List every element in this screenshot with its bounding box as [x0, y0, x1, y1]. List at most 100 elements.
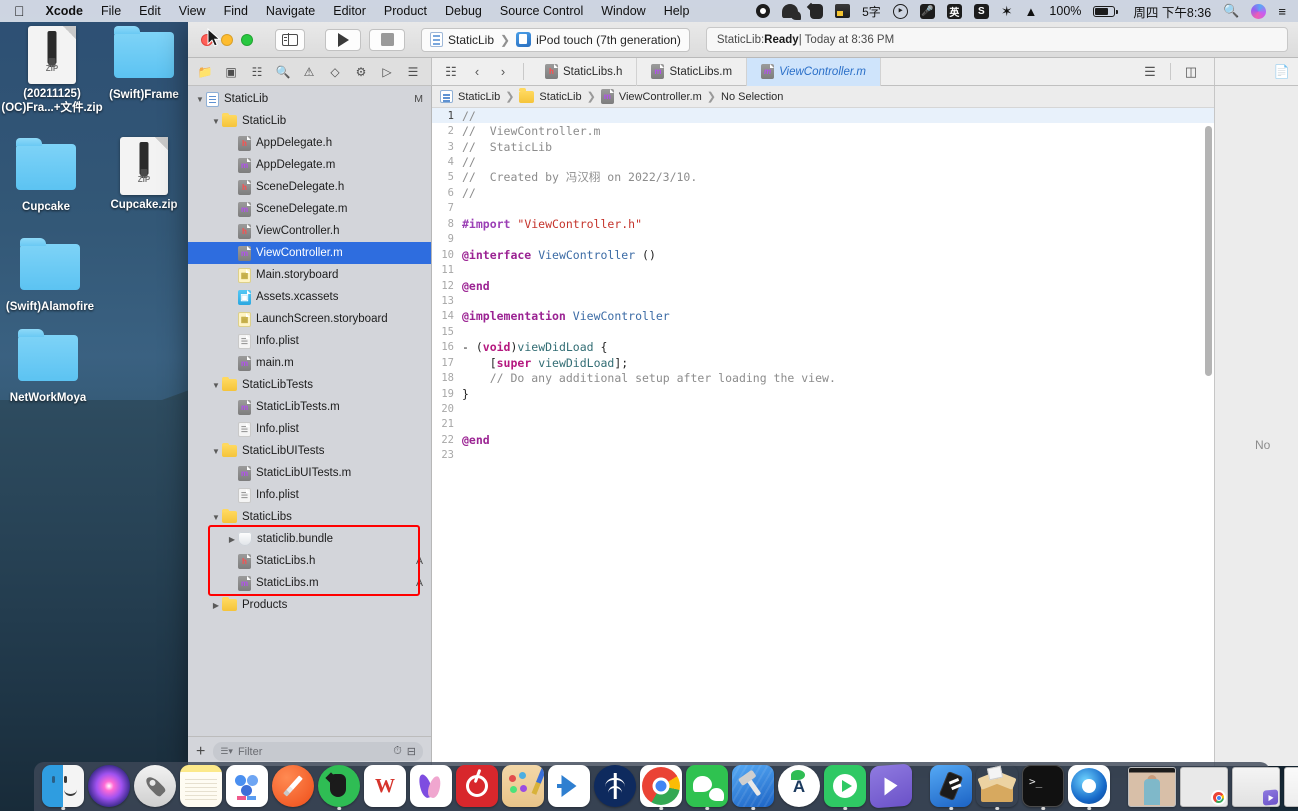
navigator-row[interactable]: ▣ Assets.xcassets — [188, 286, 431, 308]
minimized-window-keynote[interactable] — [1232, 767, 1280, 807]
menu-item-editor[interactable]: Editor — [324, 4, 375, 18]
navigator-row[interactable]: ▼ StaticLib M — [188, 88, 431, 110]
navigator-row[interactable]: h StaticLibs.h A — [188, 550, 431, 572]
code-line[interactable]: 11 — [432, 262, 1214, 277]
disclosure-triangle[interactable]: ▶ — [226, 535, 238, 544]
battery-percent-label[interactable]: 100% — [1043, 4, 1087, 18]
dock-item-notes[interactable] — [180, 765, 222, 807]
tab-staticlibs-h[interactable]: h StaticLibs.h — [531, 57, 638, 86]
dock-item-keynote[interactable] — [870, 763, 912, 809]
navigator-row[interactable]: ☰ Info.plist — [188, 418, 431, 440]
disclosure-triangle[interactable]: ▼ — [210, 381, 222, 390]
navigator-row[interactable]: ▶ staticlib.bundle — [188, 528, 431, 550]
dock-item-evernote[interactable] — [318, 765, 360, 810]
dock-item-wechat[interactable] — [686, 765, 728, 810]
navigator-row[interactable]: ☰ Info.plist — [188, 484, 431, 506]
dock-item-unarchiver[interactable] — [976, 765, 1018, 810]
code-line[interactable]: 21 — [432, 417, 1214, 432]
tab-staticlibs-m[interactable]: m StaticLibs.m — [637, 57, 748, 86]
code-line[interactable]: 4 // — [432, 154, 1214, 169]
apple-menu-icon[interactable]:  — [0, 4, 37, 18]
code-line[interactable]: 10 @interface ViewController () — [432, 247, 1214, 262]
minimized-window-photo[interactable] — [1128, 767, 1176, 807]
dock-item-netease-music[interactable] — [456, 765, 498, 807]
code-line[interactable]: 15 — [432, 324, 1214, 339]
navigator-row[interactable]: ▶ Products — [188, 594, 431, 616]
editor-vertical-scrollbar[interactable] — [1205, 126, 1212, 766]
toggle-navigator-button[interactable] — [275, 28, 305, 51]
navigator-row[interactable]: m main.m — [188, 352, 431, 374]
breadcrumb-item-project[interactable]: StaticLib — [458, 91, 500, 103]
report-navigator-icon[interactable]: ☰ — [400, 61, 426, 83]
navigator-row[interactable]: ▦ Main.storyboard — [188, 264, 431, 286]
code-line[interactable]: 20 — [432, 401, 1214, 416]
microphone-status-icon[interactable]: 🎤 — [914, 3, 941, 19]
navigator-row[interactable]: m StaticLibs.m A — [188, 572, 431, 594]
code-line[interactable]: 7 — [432, 201, 1214, 216]
menu-item-source-control[interactable]: Source Control — [491, 4, 592, 18]
related-items-icon[interactable]: ☷ — [438, 61, 464, 83]
dock-item-appicon-generator[interactable]: A — [778, 765, 820, 807]
navigator-row[interactable]: m StaticLibTests.m — [188, 396, 431, 418]
editor-options-icon[interactable]: ☰ — [1137, 61, 1163, 83]
breadcrumb-item-file[interactable]: ViewController.m — [619, 91, 702, 103]
navigator-row[interactable]: ☰ Info.plist — [188, 330, 431, 352]
navigator-row[interactable]: m AppDelegate.m — [188, 154, 431, 176]
navigator-row[interactable]: ▼ StaticLibs — [188, 506, 431, 528]
menu-item-help[interactable]: Help — [655, 4, 699, 18]
dock-item-instruments[interactable] — [930, 765, 972, 810]
wechat-status-icon[interactable] — [776, 4, 804, 20]
dock-item-vscode[interactable] — [548, 765, 590, 807]
minimized-window-chrome[interactable] — [1180, 767, 1228, 807]
navigator-row[interactable]: ▼ StaticLib — [188, 110, 431, 132]
disclosure-triangle[interactable]: ▼ — [210, 117, 222, 126]
desktop-icon-folder-swift-frame[interactable]: (Swift)Frame — [84, 26, 204, 102]
desktop-icon-folder-swift-alamofire[interactable]: (Swift)Alamofire — [0, 238, 110, 314]
desktop-icon-zip-cupcake[interactable]: ZIP Cupcake.zip — [84, 137, 204, 212]
navigator-row[interactable]: ▼ StaticLibTests — [188, 374, 431, 396]
menu-item-product[interactable]: Product — [375, 4, 436, 18]
code-line[interactable]: 2 // ViewController.m — [432, 123, 1214, 138]
navigator-row[interactable]: h ViewController.h — [188, 220, 431, 242]
code-line[interactable]: 1 // — [432, 108, 1214, 124]
navigator-row[interactable]: h SceneDelegate.h — [188, 176, 431, 198]
breadcrumb-item-group[interactable]: StaticLib — [539, 91, 581, 103]
scheme-selector[interactable]: StaticLib ❯ iPod touch (7th generation) — [421, 27, 690, 52]
tab-viewcontroller-m[interactable]: m ViewController.m — [747, 57, 882, 86]
filter-field[interactable]: ☰▾ Filter ⏱ ⊟ — [213, 742, 423, 761]
minimize-button[interactable] — [221, 33, 233, 46]
code-line[interactable]: 12 @end — [432, 278, 1214, 293]
screen-recorder-icon[interactable] — [750, 4, 776, 18]
test-navigator-icon[interactable]: ◇ — [322, 61, 348, 83]
dock-item-finder[interactable] — [42, 765, 84, 810]
source-control-filter-icon[interactable]: ⊟ — [407, 745, 416, 758]
menu-item-window[interactable]: Window — [592, 4, 654, 18]
dock-item-siri[interactable] — [88, 765, 130, 807]
navigator-tree[interactable]: ▼ StaticLib M ▼ StaticLib h AppDelegate.h m AppD… — [188, 86, 431, 736]
symbol-navigator-icon[interactable]: ☷ — [244, 61, 270, 83]
sogou-status-icon[interactable]: ‣ — [887, 3, 914, 19]
code-line[interactable]: 19} — [432, 386, 1214, 401]
code-line[interactable]: 22 @end — [432, 432, 1214, 447]
navigator-row[interactable]: m ViewController.m — [188, 242, 431, 264]
run-button[interactable] — [325, 28, 361, 51]
dock-item-launchpad[interactable] — [134, 765, 176, 807]
dock-item-sourcetree[interactable] — [594, 765, 636, 807]
menu-item-find[interactable]: Find — [215, 4, 257, 18]
menu-item-debug[interactable]: Debug — [436, 4, 491, 18]
navigator-row[interactable]: ▦ LaunchScreen.storyboard — [188, 308, 431, 330]
code-line[interactable]: 16 - (void)viewDidLoad { — [432, 340, 1214, 355]
code-line[interactable]: 6 // — [432, 185, 1214, 200]
code-line[interactable]: 5 // Created by 冯汉栩 on 2022/3/10. — [432, 170, 1214, 185]
input-count-label[interactable]: 5字 — [856, 3, 887, 20]
disclosure-triangle[interactable]: ▼ — [210, 513, 222, 522]
code-line[interactable]: 3 // StaticLib — [432, 139, 1214, 154]
go-forward-icon[interactable]: › — [490, 61, 516, 83]
issue-navigator-icon[interactable]: ⚠ — [296, 61, 322, 83]
scrollbar-thumb[interactable] — [1205, 126, 1212, 376]
bluetooth-icon[interactable]: ✶ — [995, 4, 1019, 18]
source-code-area[interactable]: 1//2// ViewController.m 3// StaticLib 4//5… — [432, 108, 1214, 766]
control-center-icon[interactable]: ≡ — [1272, 4, 1292, 19]
navigator-row[interactable]: m SceneDelegate.m — [188, 198, 431, 220]
code-line[interactable]: 17 [super viewDidLoad]; — [432, 355, 1214, 370]
